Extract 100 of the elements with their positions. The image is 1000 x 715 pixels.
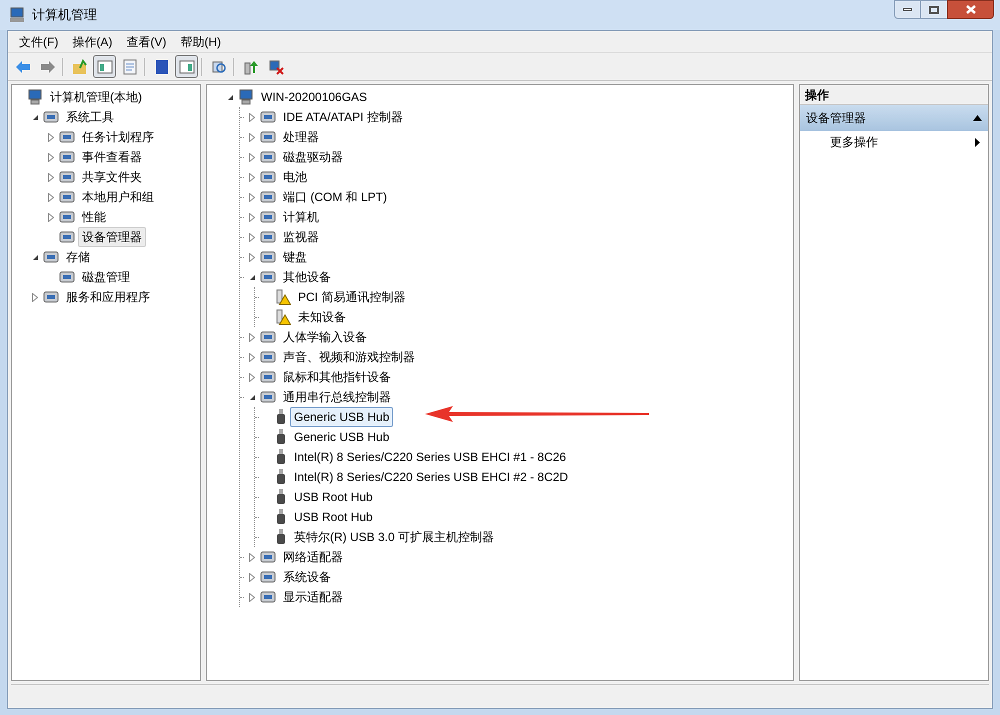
tree-item[interactable]: 磁盘管理 (78, 267, 134, 287)
tree-item[interactable]: 磁盘驱动器 (279, 147, 347, 167)
tree-item[interactable]: 共享文件夹 (78, 167, 146, 187)
device-icon (260, 249, 276, 265)
minimize-button[interactable] (894, 0, 921, 19)
device-icon (260, 389, 276, 405)
collapsed-caret-icon[interactable] (249, 252, 255, 262)
collapsed-caret-icon[interactable] (249, 112, 255, 122)
device-icon (260, 349, 276, 365)
collapsed-caret-icon[interactable] (48, 192, 54, 202)
maximize-button[interactable] (921, 0, 947, 19)
tree-item[interactable]: 设备管理器 (78, 227, 146, 247)
tree-item[interactable]: Intel(R) 8 Series/C220 Series USB EHCI #1 - 8C26 (290, 447, 570, 467)
device-icon (59, 129, 75, 145)
action-link[interactable]: 更多操作 (830, 133, 878, 151)
device-icon (43, 249, 59, 265)
tree-item[interactable]: USB Root Hub (290, 507, 377, 527)
collapsed-caret-icon[interactable] (249, 332, 255, 342)
tree-item[interactable]: USB Root Hub (290, 487, 377, 507)
tree-item[interactable]: 端口 (COM 和 LPT) (279, 187, 391, 207)
computer-icon (27, 89, 43, 105)
tree-item[interactable]: 服务和应用程序 (62, 287, 154, 307)
tree-item[interactable]: 英特尔(R) USB 3.0 可扩展主机控制器 (290, 527, 498, 547)
collapsed-caret-icon[interactable] (249, 152, 255, 162)
tree-item[interactable]: 鼠标和其他指针设备 (279, 367, 395, 387)
device-icon (43, 109, 59, 125)
collapsed-caret-icon[interactable] (249, 232, 255, 242)
tree-pane-icon (96, 58, 112, 74)
collapsed-caret-icon[interactable] (249, 352, 255, 362)
device-icon (260, 369, 276, 385)
tree-item[interactable]: 本地用户和组 (78, 187, 158, 207)
tree-item[interactable]: 其他设备 (279, 267, 335, 287)
device-icon (260, 569, 276, 585)
device-icon (260, 329, 276, 345)
collapsed-caret-icon[interactable] (48, 132, 54, 142)
folder-up-icon (72, 58, 88, 74)
tree-item[interactable]: 网络适配器 (279, 547, 347, 567)
update-arrow-icon (242, 58, 258, 74)
tree-item[interactable]: 监视器 (279, 227, 323, 247)
device-icon (260, 169, 276, 185)
minimize-icon (903, 8, 912, 11)
expanded-caret-icon[interactable] (226, 94, 234, 100)
tree-item[interactable]: 处理器 (279, 127, 323, 147)
tree-item[interactable]: 声音、视频和游戏控制器 (279, 347, 419, 367)
tree-item[interactable]: 电池 (279, 167, 311, 187)
device-icon (260, 149, 276, 165)
device-icon (260, 209, 276, 225)
tree-item[interactable]: PCI 简易通讯控制器 (294, 287, 410, 307)
tree-item[interactable]: 计算机管理(本地) (46, 87, 146, 107)
computer-management-icon (8, 7, 26, 23)
tree-item[interactable]: IDE ATA/ATAPI 控制器 (279, 107, 407, 127)
submenu-arrow-icon (975, 138, 980, 146)
close-button[interactable] (947, 0, 994, 19)
tree-item[interactable]: 系统工具 (62, 107, 118, 127)
menu-item[interactable]: 操作(A) (67, 32, 118, 50)
expanded-caret-icon[interactable] (32, 254, 38, 260)
collapsed-caret-icon[interactable] (249, 592, 255, 602)
menu-item[interactable]: 查看(V) (121, 32, 172, 50)
tree-item[interactable]: Generic USB Hub (290, 427, 394, 447)
back-arrow-icon (14, 58, 30, 74)
tree-item[interactable]: Intel(R) 8 Series/C220 Series USB EHCI #2 - 8C2D (290, 467, 572, 487)
actions-section-header[interactable]: 设备管理器 (800, 105, 988, 131)
collapsed-caret-icon[interactable] (249, 192, 255, 202)
computer-icon (238, 89, 254, 105)
tree-item[interactable]: 计算机 (279, 207, 323, 227)
tree-item[interactable]: 显示适配器 (279, 587, 347, 607)
expanded-caret-icon[interactable] (32, 114, 38, 120)
forward-arrow-icon (40, 58, 56, 74)
device-icon (59, 209, 75, 225)
window-title: 计算机管理 (32, 6, 97, 24)
collapsed-caret-icon[interactable] (249, 172, 255, 182)
tree-item[interactable]: 任务计划程序 (78, 127, 158, 147)
tree-item[interactable]: 系统设备 (279, 567, 335, 587)
tree-item[interactable]: 未知设备 (294, 307, 350, 327)
collapsed-caret-icon[interactable] (249, 572, 255, 582)
tree-item[interactable]: Generic USB Hub (290, 407, 394, 427)
tree-item[interactable]: WIN-20200106GAS (257, 87, 372, 107)
collapsed-caret-icon[interactable] (249, 372, 255, 382)
device-icon (260, 129, 276, 145)
collapsed-caret-icon[interactable] (48, 172, 54, 182)
collapsed-caret-icon[interactable] (48, 152, 54, 162)
tree-item[interactable]: 通用串行总线控制器 (279, 387, 395, 407)
collapsed-caret-icon[interactable] (48, 212, 54, 222)
collapsed-caret-icon[interactable] (249, 552, 255, 562)
device-icon (59, 189, 75, 205)
menu-item[interactable]: 文件(F) (14, 32, 64, 50)
tree-item[interactable]: 人体学输入设备 (279, 327, 371, 347)
tree-item[interactable]: 键盘 (279, 247, 311, 267)
expanded-caret-icon[interactable] (248, 274, 256, 280)
collapsed-caret-icon[interactable] (249, 212, 255, 222)
tree-item[interactable]: 事件查看器 (78, 147, 146, 167)
menu-item[interactable]: 帮助(H) (175, 32, 226, 50)
expanded-caret-icon[interactable] (248, 394, 256, 400)
toolbar-button[interactable] (175, 55, 198, 78)
tree-item[interactable]: 存储 (62, 247, 94, 267)
collapsed-caret-icon[interactable] (249, 132, 255, 142)
toolbar-button[interactable] (93, 55, 116, 78)
collapsed-caret-icon[interactable] (32, 292, 38, 302)
device-icon (260, 589, 276, 605)
tree-item[interactable]: 性能 (78, 207, 110, 227)
